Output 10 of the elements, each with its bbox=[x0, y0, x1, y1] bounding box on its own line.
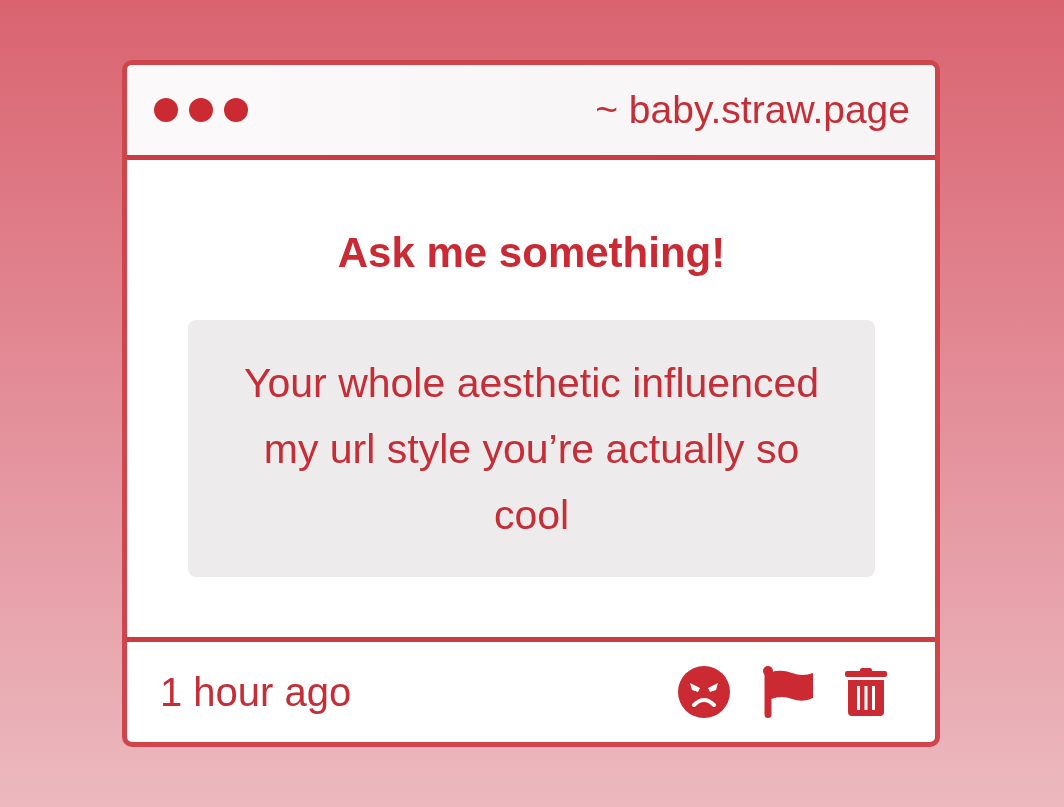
question-message: Your whole aesthetic influenced my url style you’re actually so cool bbox=[188, 320, 875, 577]
dot-icon bbox=[154, 98, 178, 122]
dot-icon bbox=[189, 98, 213, 122]
trash-icon[interactable] bbox=[845, 668, 887, 716]
flag-icon[interactable] bbox=[762, 666, 813, 718]
dot-icon bbox=[224, 98, 248, 122]
page-address: ~ baby.straw.page bbox=[595, 87, 910, 133]
timestamp: 1 hour ago bbox=[160, 669, 352, 715]
angry-face-icon[interactable] bbox=[678, 666, 730, 718]
question-prompt: Ask me something! bbox=[337, 229, 726, 277]
